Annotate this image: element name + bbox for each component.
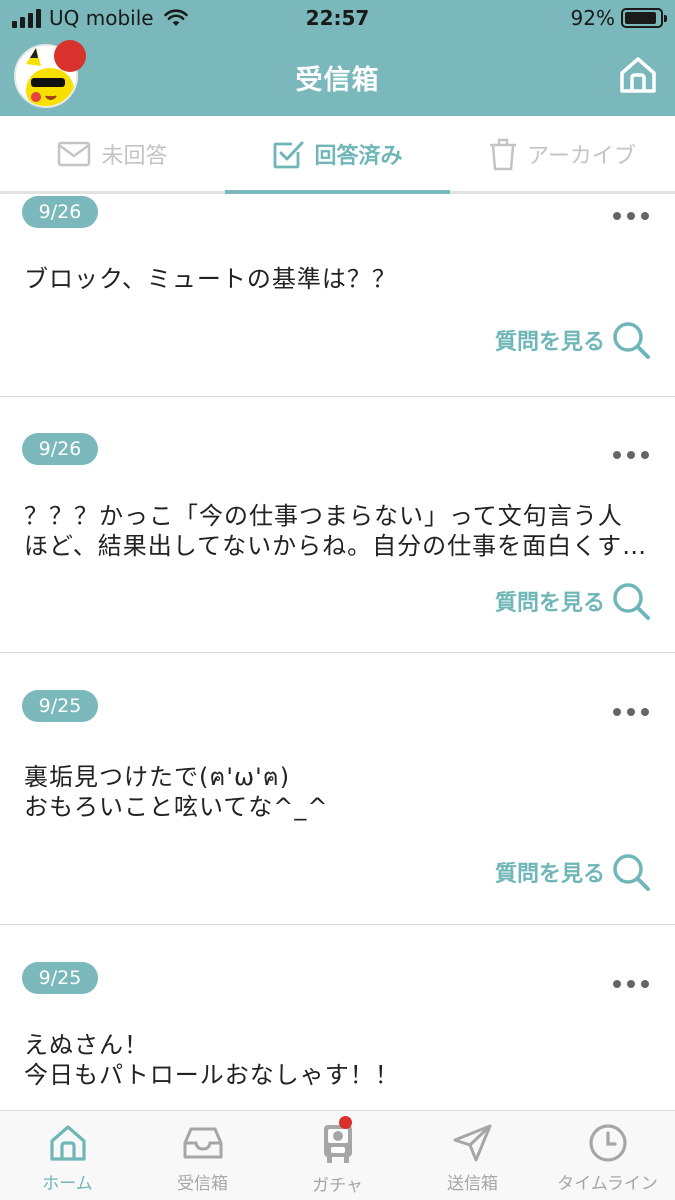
send-icon xyxy=(453,1124,491,1162)
view-question-label: 質問を見る xyxy=(494,330,605,355)
question-card[interactable]: 9/26 ブロック、ミュートの基準は？？ 質問を見る xyxy=(0,194,675,397)
nav-inbox-label: 受信箱 xyxy=(177,1174,228,1194)
question-text: 裏垢見つけたで(ฅ'ω'ฅ) おもろいこと呟いてな^_^ xyxy=(24,763,329,821)
nav-home[interactable]: ホーム xyxy=(0,1111,135,1200)
nav-gacha[interactable]: ガチャ xyxy=(270,1111,405,1200)
trash-icon xyxy=(490,138,517,170)
date-badge: 9/25 xyxy=(22,962,98,994)
inbox-icon xyxy=(183,1127,222,1159)
date-badge: 9/26 xyxy=(22,196,98,228)
checkbox-icon xyxy=(274,141,304,168)
home-icon[interactable] xyxy=(617,54,659,96)
clock-icon xyxy=(588,1124,627,1162)
tab-answered-label: 回答済み xyxy=(314,143,403,169)
tab-unanswered-label: 未回答 xyxy=(101,143,168,169)
battery-fill xyxy=(625,12,657,24)
gacha-icon xyxy=(323,1125,352,1163)
tab-archive-label: アーカイブ xyxy=(527,143,636,169)
date-badge: 9/25 xyxy=(22,690,98,722)
status-right: 92% xyxy=(570,6,667,30)
tab-answered[interactable]: 回答済み xyxy=(225,116,450,194)
question-list: 9/26 ブロック、ミュートの基準は？？ 質問を見る 9/26 ？？？かっこ「今… xyxy=(0,194,675,1110)
view-question-label: 質問を見る xyxy=(494,591,605,616)
question-text: ？？？かっこ「今の仕事つまらない」って文句言う人ほど、結果出してないからね。自分… xyxy=(24,502,623,560)
page-title: 受信箱 xyxy=(295,65,380,96)
battery-percent: 92% xyxy=(570,6,615,30)
search-icon xyxy=(613,854,650,891)
date-badge: 9/26 xyxy=(22,433,98,465)
home-icon xyxy=(49,1125,86,1161)
question-card[interactable]: 9/25 えぬさん！ 今日もパトロールおなしゃす！！ xyxy=(0,926,675,1110)
search-icon xyxy=(613,322,650,359)
view-question-link[interactable]: 質問を見る xyxy=(495,320,651,360)
search-icon xyxy=(613,583,650,620)
more-options-icon[interactable] xyxy=(613,212,649,220)
more-options-icon[interactable] xyxy=(613,980,649,988)
view-question-link[interactable]: 質問を見る xyxy=(495,581,651,621)
view-question-label: 質問を見る xyxy=(494,862,605,887)
bottom-nav: ホーム 受信箱 ガチャ 送信箱 タイムライン xyxy=(0,1110,675,1200)
nav-inbox[interactable]: 受信箱 xyxy=(135,1111,270,1200)
app-header: UQ mobile 22:57 92% 受信箱 xyxy=(0,0,675,116)
more-options-icon[interactable] xyxy=(613,708,649,716)
question-card[interactable]: 9/26 ？？？かっこ「今の仕事つまらない」って文句言う人ほど、結果出してないか… xyxy=(0,397,675,653)
view-question-link[interactable]: 質問を見る xyxy=(495,852,651,892)
question-card[interactable]: 9/25 裏垢見つけたで(ฅ'ω'ฅ) おもろいこと呟いてな^_^ 質問を見る xyxy=(0,654,675,925)
nav-sent-label: 送信箱 xyxy=(447,1174,498,1194)
battery-icon xyxy=(621,8,667,28)
tab-archive[interactable]: アーカイブ xyxy=(450,116,675,191)
gacha-badge xyxy=(339,1116,352,1129)
nav-gacha-label: ガチャ xyxy=(312,1176,363,1196)
nav-timeline-label: タイムライン xyxy=(557,1174,658,1194)
status-bar: UQ mobile 22:57 92% xyxy=(0,0,675,38)
mail-icon xyxy=(58,141,91,166)
question-text: えぬさん！ 今日もパトロールおなしゃす！！ xyxy=(24,1031,400,1089)
nav-home-label: ホーム xyxy=(42,1174,93,1194)
tab-unanswered[interactable]: 未回答 xyxy=(0,116,225,191)
nav-sent[interactable]: 送信箱 xyxy=(405,1111,540,1200)
question-text: ブロック、ミュートの基準は？？ xyxy=(24,265,397,293)
more-options-icon[interactable] xyxy=(613,451,649,459)
nav-timeline[interactable]: タイムライン xyxy=(540,1111,675,1200)
inbox-tabs: 未回答 回答済み アーカイブ xyxy=(0,116,675,194)
